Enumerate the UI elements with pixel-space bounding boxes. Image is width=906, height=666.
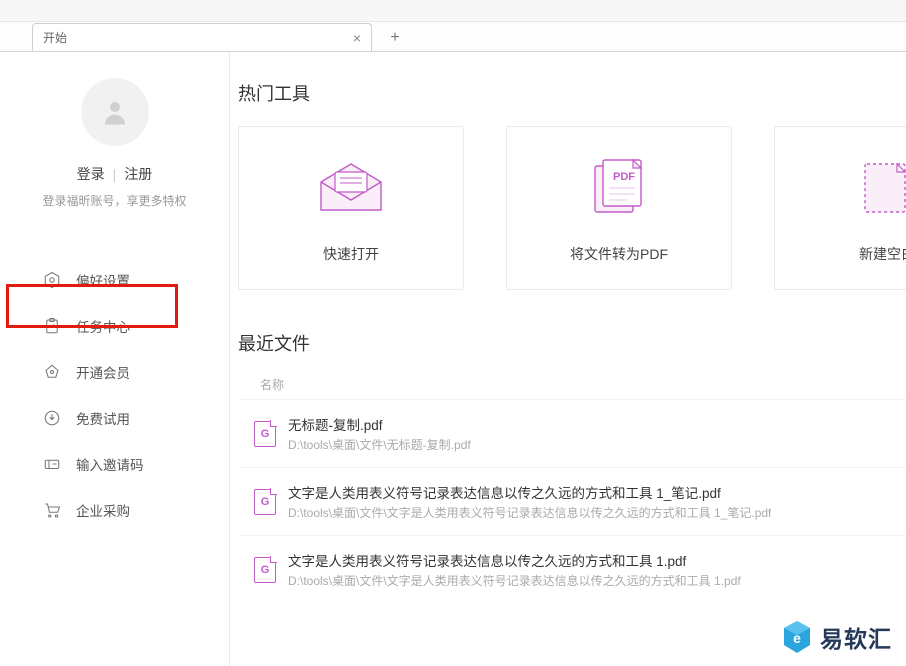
sidebar-item-trial[interactable]: 免费试用 xyxy=(0,395,229,441)
sidebar-item-label: 免费试用 xyxy=(76,408,130,428)
nav-list: 偏好设置 任务中心 开通会员 免费试用 xyxy=(0,257,229,533)
ticket-icon xyxy=(42,455,62,473)
sidebar-item-tasks[interactable]: 任务中心 xyxy=(0,303,229,349)
sidebar-item-enterprise[interactable]: 企业采购 xyxy=(0,487,229,533)
card-label: 将文件转为PDF xyxy=(570,244,668,264)
pdf-file-icon: G xyxy=(254,489,276,515)
file-name: 文字是人类用表义符号记录表达信息以传之久远的方式和工具 1_笔记.pdf xyxy=(288,482,771,502)
clipboard-icon xyxy=(42,317,62,335)
file-name: 无标题-复制.pdf xyxy=(288,414,471,434)
card-quick-open[interactable]: 快速打开 xyxy=(238,126,464,290)
tool-cards: 快速打开 PDF 将文件转为PDF xyxy=(234,126,906,290)
tab-add-button[interactable]: + xyxy=(382,25,408,51)
pdf-icon: PDF xyxy=(587,152,651,224)
file-row[interactable]: G 文字是人类用表义符号记录表达信息以传之久远的方式和工具 1.pdf D:\t… xyxy=(238,535,906,603)
content-area: 热门工具 快速打开 xyxy=(230,52,906,666)
svg-text:e: e xyxy=(793,630,801,646)
cart-icon xyxy=(42,501,62,519)
login-link[interactable]: 登录 xyxy=(77,164,105,184)
card-label: 新建空白 xyxy=(859,244,906,264)
file-path: D:\tools\桌面\文件\无标题-复制.pdf xyxy=(288,436,471,453)
pdf-file-icon: G xyxy=(254,557,276,583)
file-path: D:\tools\桌面\文件\文字是人类用表义符号记录表达信息以传之久远的方式和… xyxy=(288,504,771,521)
file-name: 文字是人类用表义符号记录表达信息以传之久远的方式和工具 1.pdf xyxy=(288,550,741,570)
avatar[interactable] xyxy=(81,78,149,146)
sidebar-item-label: 开通会员 xyxy=(76,362,130,382)
file-row[interactable]: G 无标题-复制.pdf D:\tools\桌面\文件\无标题-复制.pdf xyxy=(238,399,906,467)
watermark: e 易软汇 xyxy=(782,620,892,654)
download-icon xyxy=(42,409,62,427)
auth-subtitle: 登录福昕账号，享更多特权 xyxy=(42,192,186,209)
pdf-file-icon: G xyxy=(254,421,276,447)
sidebar-item-invite[interactable]: 输入邀请码 xyxy=(0,441,229,487)
recent-column-header: 名称 xyxy=(260,376,906,393)
sidebar-item-preferences[interactable]: 偏好设置 xyxy=(0,257,229,303)
card-label: 快速打开 xyxy=(323,244,379,264)
card-new-blank[interactable]: 新建空白 xyxy=(774,126,906,290)
watermark-logo-icon: e xyxy=(782,620,812,654)
tab-bar: 开始 × + xyxy=(0,22,906,52)
file-path: D:\tools\桌面\文件\文字是人类用表义符号记录表达信息以传之久远的方式和… xyxy=(288,572,741,589)
svg-text:PDF: PDF xyxy=(613,171,635,183)
settings-icon xyxy=(42,271,62,289)
sidebar-item-label: 输入邀请码 xyxy=(76,454,144,474)
sidebar: 登录 | 注册 登录福昕账号，享更多特权 偏好设置 任务中心 xyxy=(0,52,230,666)
top-menu-bar xyxy=(0,0,906,22)
card-convert-pdf[interactable]: PDF 将文件转为PDF xyxy=(506,126,732,290)
file-row[interactable]: G 文字是人类用表义符号记录表达信息以传之久远的方式和工具 1_笔记.pdf D… xyxy=(238,467,906,535)
tab-close-icon[interactable]: × xyxy=(353,30,361,46)
user-icon xyxy=(100,97,130,127)
sidebar-item-label: 企业采购 xyxy=(76,500,130,520)
crown-icon xyxy=(42,363,62,381)
tab-start[interactable]: 开始 × xyxy=(32,23,372,51)
sidebar-item-membership[interactable]: 开通会员 xyxy=(0,349,229,395)
sidebar-item-label: 偏好设置 xyxy=(76,270,130,290)
recent-title: 最近文件 xyxy=(238,330,906,356)
blank-doc-icon xyxy=(859,152,906,224)
recent-files: 名称 G 无标题-复制.pdf D:\tools\桌面\文件\无标题-复制.pd… xyxy=(234,376,906,603)
register-link[interactable]: 注册 xyxy=(124,164,152,184)
hot-tools-title: 热门工具 xyxy=(238,80,906,106)
watermark-text: 易软汇 xyxy=(820,620,892,654)
envelope-icon xyxy=(315,152,387,224)
sidebar-item-label: 任务中心 xyxy=(76,316,130,336)
auth-row: 登录 | 注册 xyxy=(77,164,153,184)
tab-label: 开始 xyxy=(43,29,67,46)
